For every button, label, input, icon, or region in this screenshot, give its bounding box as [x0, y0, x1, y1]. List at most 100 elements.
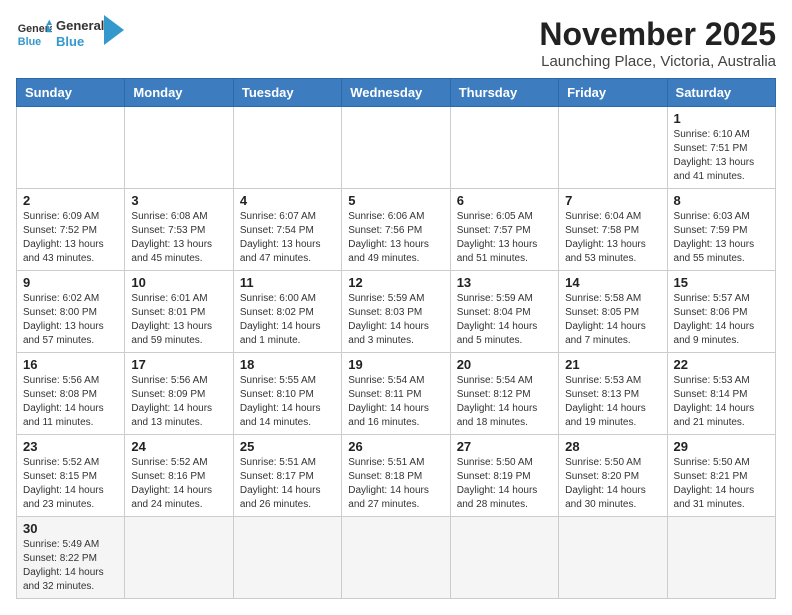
calendar-cell: 8 Sunrise: 6:03 AM Sunset: 7:59 PM Daylig… [667, 189, 775, 271]
calendar-cell [667, 517, 775, 599]
calendar-cell: 2Sunrise: 6:09 AM Sunset: 7:52 PM Daylig… [17, 189, 125, 271]
day-info: Sunrise: 5:56 AM Sunset: 8:08 PM Dayligh… [23, 374, 118, 430]
calendar-cell [559, 517, 667, 599]
calendar-cell: 6 Sunrise: 6:05 AM Sunset: 7:57 PM Daylig… [450, 189, 558, 271]
day-number: 22 [674, 357, 769, 372]
calendar-cell: 23 Sunrise: 5:52 AM Sunset: 8:15 PM Dayli… [17, 435, 125, 517]
logo-blue: Blue [56, 34, 104, 50]
month-title: November 2025 [539, 16, 776, 53]
day-number: 25 [240, 439, 335, 454]
weekday-header-thursday: Thursday [450, 79, 558, 107]
calendar-cell: 12 Sunrise: 5:59 AM Sunset: 8:03 PM Dayli… [342, 271, 450, 353]
day-info: Sunrise: 5:56 AM Sunset: 8:09 PM Dayligh… [131, 374, 226, 430]
day-number: 26 [348, 439, 443, 454]
day-info: Sunrise: 5:54 AM Sunset: 8:12 PM Dayligh… [457, 374, 552, 430]
calendar-table: SundayMondayTuesdayWednesdayThursdayFrid… [16, 78, 776, 599]
day-info: Sunrise: 5:58 AM Sunset: 8:05 PM Dayligh… [565, 292, 660, 348]
weekday-header-friday: Friday [559, 79, 667, 107]
calendar-cell: 26 Sunrise: 5:51 AM Sunset: 8:18 PM Dayli… [342, 435, 450, 517]
day-info: Sunrise: 5:53 AM Sunset: 8:14 PM Dayligh… [674, 374, 769, 430]
day-number: 18 [240, 357, 335, 372]
day-number: 23 [23, 439, 118, 454]
calendar-cell: 28Sunrise: 5:50 AM Sunset: 8:20 PM Dayli… [559, 435, 667, 517]
day-number: 8 [674, 193, 769, 208]
weekday-header-monday: Monday [125, 79, 233, 107]
day-info: Sunrise: 5:53 AM Sunset: 8:13 PM Dayligh… [565, 374, 660, 430]
calendar-cell [17, 107, 125, 189]
day-info: Sunrise: 6:09 AM Sunset: 7:52 PM Dayligh… [23, 210, 118, 266]
day-info: Sunrise: 6:04 AM Sunset: 7:58 PM Dayligh… [565, 210, 660, 266]
calendar-cell: 22 Sunrise: 5:53 AM Sunset: 8:14 PM Dayli… [667, 353, 775, 435]
day-info: Sunrise: 6:03 AM Sunset: 7:59 PM Dayligh… [674, 210, 769, 266]
calendar-week-row-2: 2Sunrise: 6:09 AM Sunset: 7:52 PM Daylig… [17, 189, 776, 271]
weekday-header-saturday: Saturday [667, 79, 775, 107]
calendar-cell [342, 517, 450, 599]
calendar-cell [125, 107, 233, 189]
day-number: 19 [348, 357, 443, 372]
day-info: Sunrise: 5:55 AM Sunset: 8:10 PM Dayligh… [240, 374, 335, 430]
day-number: 21 [565, 357, 660, 372]
calendar-cell: 16 Sunrise: 5:56 AM Sunset: 8:08 PM Dayli… [17, 353, 125, 435]
day-info: Sunrise: 5:50 AM Sunset: 8:19 PM Dayligh… [457, 456, 552, 512]
calendar-cell: 11Sunrise: 6:00 AM Sunset: 8:02 PM Dayli… [233, 271, 341, 353]
day-number: 10 [131, 275, 226, 290]
day-number: 5 [348, 193, 443, 208]
weekday-header-tuesday: Tuesday [233, 79, 341, 107]
calendar-cell: 5Sunrise: 6:06 AM Sunset: 7:56 PM Daylig… [342, 189, 450, 271]
day-number: 12 [348, 275, 443, 290]
calendar-cell: 18 Sunrise: 5:55 AM Sunset: 8:10 PM Dayli… [233, 353, 341, 435]
day-info: Sunrise: 5:52 AM Sunset: 8:16 PM Dayligh… [131, 456, 226, 512]
calendar-week-row-3: 9 Sunrise: 6:02 AM Sunset: 8:00 PM Daylig… [17, 271, 776, 353]
calendar-week-row-1: 1Sunrise: 6:10 AM Sunset: 7:51 PM Daylig… [17, 107, 776, 189]
day-info: Sunrise: 6:05 AM Sunset: 7:57 PM Dayligh… [457, 210, 552, 266]
day-number: 17 [131, 357, 226, 372]
calendar-cell: 9 Sunrise: 6:02 AM Sunset: 8:00 PM Daylig… [17, 271, 125, 353]
svg-text:Blue: Blue [18, 36, 41, 48]
calendar-cell: 1Sunrise: 6:10 AM Sunset: 7:51 PM Daylig… [667, 107, 775, 189]
calendar-cell: 25 Sunrise: 5:51 AM Sunset: 8:17 PM Dayli… [233, 435, 341, 517]
calendar-cell: 4 Sunrise: 6:07 AM Sunset: 7:54 PM Daylig… [233, 189, 341, 271]
calendar-cell: 17 Sunrise: 5:56 AM Sunset: 8:09 PM Dayli… [125, 353, 233, 435]
day-number: 9 [23, 275, 118, 290]
day-info: Sunrise: 6:02 AM Sunset: 8:00 PM Dayligh… [23, 292, 118, 348]
day-number: 16 [23, 357, 118, 372]
calendar-cell [450, 517, 558, 599]
calendar-week-row-5: 23 Sunrise: 5:52 AM Sunset: 8:15 PM Dayli… [17, 435, 776, 517]
title-area: November 2025 Launching Place, Victoria,… [539, 16, 776, 70]
day-info: Sunrise: 5:51 AM Sunset: 8:18 PM Dayligh… [348, 456, 443, 512]
logo-triangle-icon [104, 15, 124, 45]
day-number: 24 [131, 439, 226, 454]
page-header: General Blue General Blue November 2025 … [16, 16, 776, 70]
day-info: Sunrise: 5:59 AM Sunset: 8:04 PM Dayligh… [457, 292, 552, 348]
day-number: 27 [457, 439, 552, 454]
calendar-cell: 10 Sunrise: 6:01 AM Sunset: 8:01 PM Dayli… [125, 271, 233, 353]
day-info: Sunrise: 5:59 AM Sunset: 8:03 PM Dayligh… [348, 292, 443, 348]
logo-area: General Blue General Blue [16, 16, 124, 52]
calendar-cell: 15Sunrise: 5:57 AM Sunset: 8:06 PM Dayli… [667, 271, 775, 353]
day-info: Sunrise: 5:49 AM Sunset: 8:22 PM Dayligh… [23, 538, 118, 594]
calendar-week-row-6: 30Sunrise: 5:49 AM Sunset: 8:22 PM Dayli… [17, 517, 776, 599]
day-info: Sunrise: 6:01 AM Sunset: 8:01 PM Dayligh… [131, 292, 226, 348]
weekday-header-sunday: Sunday [17, 79, 125, 107]
calendar-cell: 20Sunrise: 5:54 AM Sunset: 8:12 PM Dayli… [450, 353, 558, 435]
calendar-week-row-4: 16 Sunrise: 5:56 AM Sunset: 8:08 PM Dayli… [17, 353, 776, 435]
calendar-cell [450, 107, 558, 189]
day-number: 6 [457, 193, 552, 208]
day-info: Sunrise: 5:52 AM Sunset: 8:15 PM Dayligh… [23, 456, 118, 512]
calendar-cell: 21 Sunrise: 5:53 AM Sunset: 8:13 PM Dayli… [559, 353, 667, 435]
calendar-cell [125, 517, 233, 599]
calendar-cell: 14Sunrise: 5:58 AM Sunset: 8:05 PM Dayli… [559, 271, 667, 353]
day-info: Sunrise: 5:51 AM Sunset: 8:17 PM Dayligh… [240, 456, 335, 512]
weekday-header-row: SundayMondayTuesdayWednesdayThursdayFrid… [17, 79, 776, 107]
day-info: Sunrise: 6:08 AM Sunset: 7:53 PM Dayligh… [131, 210, 226, 266]
calendar-cell: 13Sunrise: 5:59 AM Sunset: 8:04 PM Dayli… [450, 271, 558, 353]
day-number: 29 [674, 439, 769, 454]
day-info: Sunrise: 6:07 AM Sunset: 7:54 PM Dayligh… [240, 210, 335, 266]
location-subtitle: Launching Place, Victoria, Australia [539, 53, 776, 70]
day-number: 4 [240, 193, 335, 208]
calendar-cell [233, 517, 341, 599]
day-number: 11 [240, 275, 335, 290]
day-info: Sunrise: 6:10 AM Sunset: 7:51 PM Dayligh… [674, 128, 769, 184]
day-number: 3 [131, 193, 226, 208]
day-info: Sunrise: 5:54 AM Sunset: 8:11 PM Dayligh… [348, 374, 443, 430]
